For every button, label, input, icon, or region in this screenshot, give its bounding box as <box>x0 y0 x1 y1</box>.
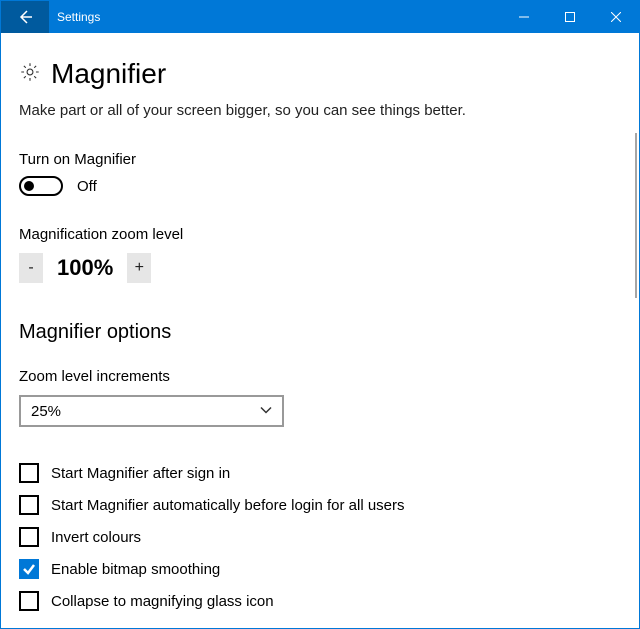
page-title: Magnifier <box>51 58 166 90</box>
scrollbar-indicator[interactable] <box>635 133 637 298</box>
checkbox-label: Invert colours <box>51 529 141 546</box>
close-button[interactable] <box>593 1 639 33</box>
gear-icon <box>19 61 41 87</box>
page-heading-row: Magnifier <box>19 58 621 90</box>
magnifier-toggle[interactable] <box>19 176 63 196</box>
checkbox-label: Start Magnifier automatically before log… <box>51 497 405 514</box>
increments-label: Zoom level increments <box>19 368 621 385</box>
content-area: Magnifier Make part or all of your scree… <box>1 33 639 628</box>
page-description: Make part or all of your screen bigger, … <box>19 102 621 119</box>
toggle-label: Turn on Magnifier <box>19 151 621 168</box>
increments-select[interactable]: 25% <box>19 395 284 427</box>
back-button[interactable] <box>1 1 49 33</box>
checkbox[interactable] <box>19 559 39 579</box>
checkbox[interactable] <box>19 591 39 611</box>
magnifier-toggle-row: Off <box>19 176 621 196</box>
zoom-decrease-button[interactable]: - <box>19 253 43 283</box>
zoom-increase-button[interactable]: + <box>127 253 151 283</box>
checkbox[interactable] <box>19 527 39 547</box>
checkbox-row[interactable]: Start Magnifier after sign in <box>19 463 621 483</box>
toggle-state-text: Off <box>77 178 97 195</box>
maximize-button[interactable] <box>547 1 593 33</box>
checkbox[interactable] <box>19 495 39 515</box>
increments-value: 25% <box>31 403 61 420</box>
chevron-down-icon <box>260 403 272 420</box>
checkbox-label: Enable bitmap smoothing <box>51 561 220 578</box>
checkbox[interactable] <box>19 463 39 483</box>
zoom-value: 100% <box>57 255 113 281</box>
checkbox-row[interactable]: Start Magnifier automatically before log… <box>19 495 621 515</box>
titlebar: Settings <box>1 1 639 33</box>
checkbox-row[interactable]: Invert colours <box>19 527 621 547</box>
minimize-button[interactable] <box>501 1 547 33</box>
zoom-controls: - 100% + <box>19 253 621 283</box>
zoom-level-label: Magnification zoom level <box>19 226 621 243</box>
checkbox-label: Start Magnifier after sign in <box>51 465 230 482</box>
checkbox-row[interactable]: Collapse to magnifying glass icon <box>19 591 621 611</box>
checkbox-list: Start Magnifier after sign in Start Magni… <box>19 463 621 611</box>
checkbox-row[interactable]: Enable bitmap smoothing <box>19 559 621 579</box>
window-title: Settings <box>49 1 501 33</box>
window-controls <box>501 1 639 33</box>
options-heading: Magnifier options <box>19 321 621 344</box>
toggle-knob <box>24 181 34 191</box>
checkbox-label: Collapse to magnifying glass icon <box>51 593 274 610</box>
